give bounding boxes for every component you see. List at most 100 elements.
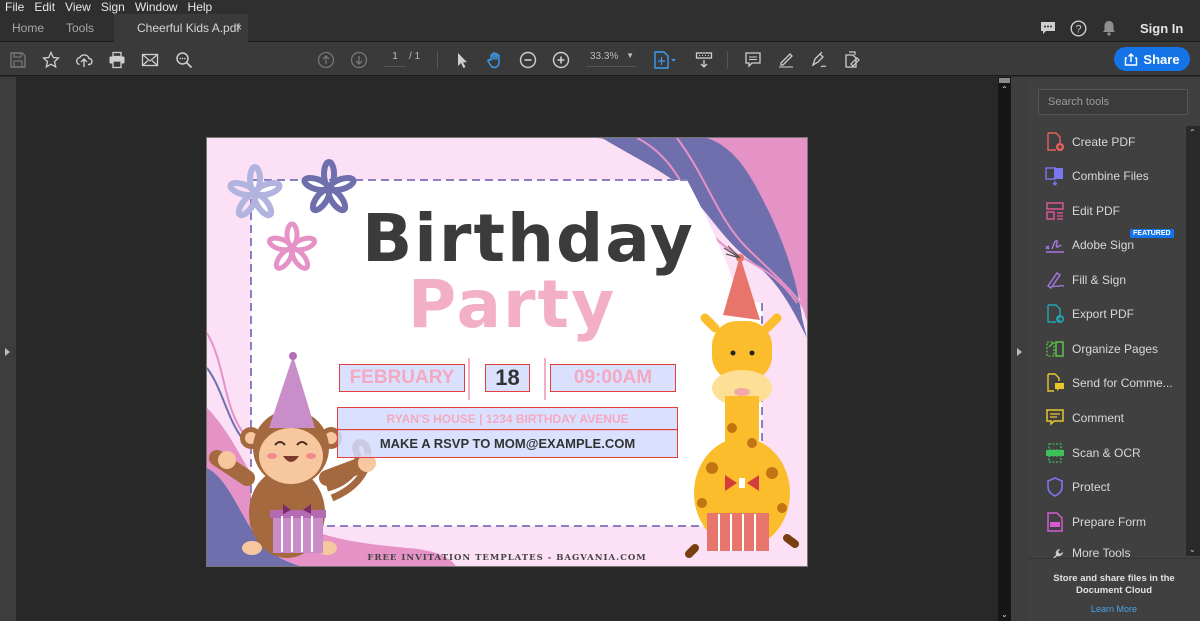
tool-create-pdf[interactable]: Create PDF xyxy=(1044,132,1135,152)
tool-fill-sign[interactable]: Fill & Sign xyxy=(1044,270,1126,290)
learn-more-link[interactable]: Learn More xyxy=(1028,604,1200,614)
tool-protect[interactable]: Protect xyxy=(1044,477,1110,497)
menu-help[interactable]: Help xyxy=(183,0,218,14)
tool-label: Edit PDF xyxy=(1072,204,1121,218)
scroll-up-icon[interactable]: ⌃ xyxy=(1001,85,1008,94)
tools-scrollbar[interactable]: ⌃ ⌄ xyxy=(1186,126,1200,556)
featured-badge: FEATURED xyxy=(1130,229,1174,238)
scrollbar-thumb[interactable] xyxy=(999,78,1010,83)
tool-label: Send for Comme... xyxy=(1072,376,1173,390)
tool-label: Export PDF xyxy=(1072,307,1135,321)
edit-pdf-icon xyxy=(1044,201,1066,221)
time-field[interactable]: 09:00AM xyxy=(550,364,676,392)
share-button[interactable]: Share xyxy=(1114,47,1190,71)
day-field[interactable]: 18 xyxy=(485,364,530,392)
tool-label: Organize Pages xyxy=(1072,342,1159,356)
expand-left-arrow-icon[interactable] xyxy=(5,348,10,356)
tab-document[interactable]: Cheerful Kids A.pdf × xyxy=(114,14,248,42)
share-icon xyxy=(1125,52,1138,66)
previous-page-icon[interactable] xyxy=(316,50,336,70)
tool-more-tools[interactable]: More Tools xyxy=(1044,546,1130,558)
comment-icon[interactable] xyxy=(743,50,763,70)
next-page-icon[interactable] xyxy=(349,50,369,70)
pdf-page: Birthday Party FEBRUARY 18 09:00AM RYAN'… xyxy=(206,137,808,567)
menu-file[interactable]: File xyxy=(0,0,29,14)
toolbar-divider xyxy=(727,51,728,69)
tool-label: Adobe Sign xyxy=(1072,238,1135,252)
print-icon[interactable] xyxy=(107,50,127,70)
cloud-promo-text: Store and share files in the Document Cl… xyxy=(1053,573,1175,596)
zoom-out-icon[interactable] xyxy=(518,50,538,70)
menu-sign[interactable]: Sign xyxy=(96,0,130,14)
title-party: Party xyxy=(407,266,617,343)
tab-tools[interactable]: Tools xyxy=(66,14,94,42)
upload-cloud-icon[interactable] xyxy=(74,50,94,70)
tool-label: Protect xyxy=(1072,480,1111,494)
chat-icon[interactable] xyxy=(1040,14,1056,42)
left-pane-toggle[interactable] xyxy=(0,77,16,621)
scroll-down-icon[interactable]: ⌄ xyxy=(1001,610,1008,619)
fit-page-icon[interactable] xyxy=(652,50,678,70)
share-file-icon[interactable] xyxy=(842,50,862,70)
tool-export-pdf[interactable]: Export PDF xyxy=(1044,304,1134,324)
share-button-label: Share xyxy=(1143,51,1180,67)
save-icon[interactable] xyxy=(8,50,28,70)
collapse-right-arrow-icon[interactable] xyxy=(1017,348,1022,356)
tab-home[interactable]: Home xyxy=(12,14,44,42)
zoom-level-dropdown[interactable]: 33.3% ▼ xyxy=(586,51,636,67)
search-tools-input[interactable]: Search tools xyxy=(1038,89,1188,115)
bookmark-star-icon[interactable] xyxy=(41,50,61,70)
tab-document-label: Cheerful Kids A.pdf xyxy=(137,21,240,35)
search-text-icon[interactable] xyxy=(174,50,194,70)
organize-pages-icon xyxy=(1044,339,1066,359)
scroll-up-icon[interactable]: ⌃ xyxy=(1189,128,1196,137)
tool-scan-ocr[interactable]: Scan & OCR xyxy=(1044,443,1141,463)
combine-files-icon xyxy=(1044,166,1066,186)
scroll-mode-icon[interactable] xyxy=(694,50,714,70)
tool-label: Scan & OCR xyxy=(1072,446,1141,460)
toolbar: 1 / 1 33.3% ▼ xyxy=(0,42,1200,76)
tool-combine-files[interactable]: Combine Files xyxy=(1044,166,1149,186)
comment-tool-icon xyxy=(1044,408,1066,428)
sign-icon[interactable] xyxy=(809,50,829,70)
tool-adobe-sign[interactable]: Adobe Sign xyxy=(1044,235,1134,255)
toolbar-divider xyxy=(437,51,438,69)
tool-send-for-comments[interactable]: Send for Comme... xyxy=(1044,373,1173,393)
email-icon[interactable] xyxy=(140,50,160,70)
page-total: / 1 xyxy=(409,51,421,62)
scroll-down-icon[interactable]: ⌄ xyxy=(1189,545,1196,554)
document-cloud-promo: Store and share files in the Document Cl… xyxy=(1028,558,1200,621)
page-number-input[interactable]: 1 xyxy=(384,51,406,67)
scan-ocr-icon xyxy=(1044,443,1066,463)
tab-bar: Home Tools Cheerful Kids A.pdf × xyxy=(0,14,1200,42)
close-tab-icon[interactable]: × xyxy=(236,14,242,42)
hand-tool-icon[interactable] xyxy=(485,50,505,70)
tool-edit-pdf[interactable]: Edit PDF xyxy=(1044,201,1120,221)
highlight-pen-icon[interactable] xyxy=(776,50,796,70)
bell-icon[interactable] xyxy=(1102,14,1116,42)
tool-label: Prepare Form xyxy=(1072,515,1147,529)
menu-window[interactable]: Window xyxy=(130,0,183,14)
menu-view[interactable]: View xyxy=(60,0,96,14)
tool-comment[interactable]: Comment xyxy=(1044,408,1124,428)
address-field[interactable]: RYAN'S HOUSE | 1234 BIRTHDAY AVENUE xyxy=(337,407,678,431)
create-pdf-icon xyxy=(1044,132,1066,152)
right-pane-toggle[interactable] xyxy=(1011,77,1028,621)
rsvp-field[interactable]: MAKE A RSVP TO MOM@EXAMPLE.COM xyxy=(337,429,678,458)
zoom-in-icon[interactable] xyxy=(551,50,571,70)
export-pdf-icon xyxy=(1044,304,1066,324)
select-cursor-icon[interactable] xyxy=(452,50,472,70)
help-icon[interactable]: ? xyxy=(1070,14,1087,42)
chevron-down-icon: ▼ xyxy=(626,51,634,60)
vertical-scrollbar[interactable]: ⌃ ⌄ xyxy=(998,77,1011,621)
send-for-comments-icon xyxy=(1044,373,1066,393)
tools-panel: Search tools ⌃ ⌄ Create PDF Combine File… xyxy=(1028,77,1200,621)
wrench-icon xyxy=(1044,546,1066,558)
tool-organize-pages[interactable]: Organize Pages xyxy=(1044,339,1158,359)
tool-prepare-form[interactable]: Prepare Form xyxy=(1044,512,1146,532)
sign-in-link[interactable]: Sign In xyxy=(1140,14,1183,42)
tool-label: More Tools xyxy=(1072,546,1131,558)
menu-edit[interactable]: Edit xyxy=(29,0,60,14)
shield-icon xyxy=(1044,477,1066,497)
month-field[interactable]: FEBRUARY xyxy=(339,364,465,392)
